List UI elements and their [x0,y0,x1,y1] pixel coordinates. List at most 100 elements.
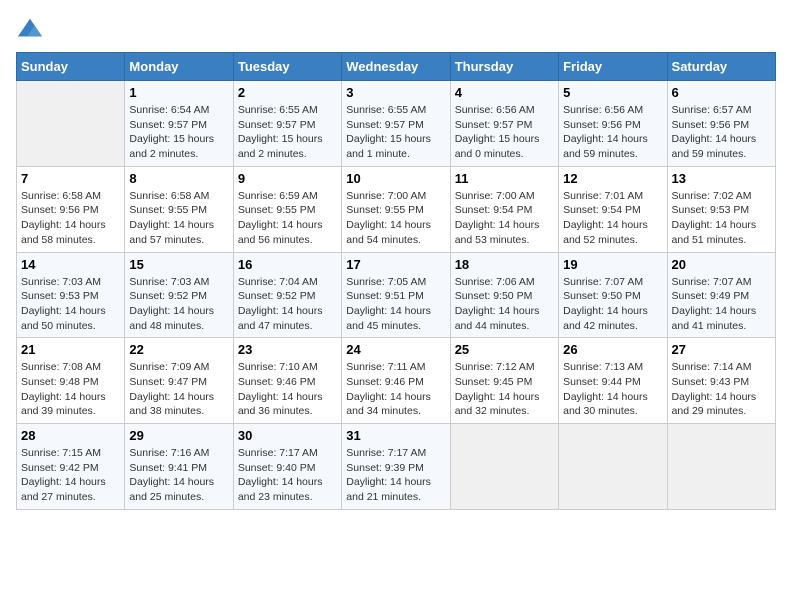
day-number: 13 [672,171,771,186]
day-cell: 13 Sunrise: 7:02 AM Sunset: 9:53 PM Dayli… [667,166,775,252]
page-header [16,16,776,44]
day-info: Sunrise: 6:56 AM Sunset: 9:57 PM Dayligh… [455,103,554,162]
day-info: Sunrise: 7:08 AM Sunset: 9:48 PM Dayligh… [21,360,120,419]
week-row-1: 1 Sunrise: 6:54 AM Sunset: 9:57 PM Daylig… [17,81,776,167]
day-number: 31 [346,428,445,443]
calendar-table: SundayMondayTuesdayWednesdayThursdayFrid… [16,52,776,510]
day-info: Sunrise: 7:01 AM Sunset: 9:54 PM Dayligh… [563,189,662,248]
day-number: 28 [21,428,120,443]
day-info: Sunrise: 7:04 AM Sunset: 9:52 PM Dayligh… [238,275,337,334]
day-info: Sunrise: 7:02 AM Sunset: 9:53 PM Dayligh… [672,189,771,248]
day-cell: 27 Sunrise: 7:14 AM Sunset: 9:43 PM Dayli… [667,338,775,424]
day-cell: 1 Sunrise: 6:54 AM Sunset: 9:57 PM Daylig… [125,81,233,167]
day-cell: 9 Sunrise: 6:59 AM Sunset: 9:55 PM Daylig… [233,166,341,252]
day-number: 6 [672,85,771,100]
column-header-monday: Monday [125,53,233,81]
day-cell [17,81,125,167]
day-info: Sunrise: 6:55 AM Sunset: 9:57 PM Dayligh… [238,103,337,162]
day-info: Sunrise: 6:54 AM Sunset: 9:57 PM Dayligh… [129,103,228,162]
day-info: Sunrise: 6:55 AM Sunset: 9:57 PM Dayligh… [346,103,445,162]
day-number: 10 [346,171,445,186]
day-number: 5 [563,85,662,100]
day-number: 15 [129,257,228,272]
day-info: Sunrise: 7:03 AM Sunset: 9:53 PM Dayligh… [21,275,120,334]
day-cell: 8 Sunrise: 6:58 AM Sunset: 9:55 PM Daylig… [125,166,233,252]
day-number: 11 [455,171,554,186]
day-info: Sunrise: 7:10 AM Sunset: 9:46 PM Dayligh… [238,360,337,419]
day-number: 17 [346,257,445,272]
week-row-4: 21 Sunrise: 7:08 AM Sunset: 9:48 PM Dayli… [17,338,776,424]
day-info: Sunrise: 7:07 AM Sunset: 9:49 PM Dayligh… [672,275,771,334]
day-cell [450,424,558,510]
day-cell: 6Sunrise: 6:57 AM Sunset: 9:56 PM Daylig… [667,81,775,167]
day-cell: 17 Sunrise: 7:05 AM Sunset: 9:51 PM Dayli… [342,252,450,338]
day-number: 30 [238,428,337,443]
day-number: 14 [21,257,120,272]
day-cell: 22 Sunrise: 7:09 AM Sunset: 9:47 PM Dayli… [125,338,233,424]
day-info: Sunrise: 7:17 AM Sunset: 9:40 PM Dayligh… [238,446,337,505]
day-cell: 26 Sunrise: 7:13 AM Sunset: 9:44 PM Dayli… [559,338,667,424]
day-number: 3 [346,85,445,100]
day-cell: 15 Sunrise: 7:03 AM Sunset: 9:52 PM Dayli… [125,252,233,338]
day-info: Sunrise: 6:56 AM Sunset: 9:56 PM Dayligh… [563,103,662,162]
day-cell: 12 Sunrise: 7:01 AM Sunset: 9:54 PM Dayli… [559,166,667,252]
day-cell: 29 Sunrise: 7:16 AM Sunset: 9:41 PM Dayli… [125,424,233,510]
day-number: 27 [672,342,771,357]
day-info: Sunrise: 7:12 AM Sunset: 9:45 PM Dayligh… [455,360,554,419]
day-cell: 30 Sunrise: 7:17 AM Sunset: 9:40 PM Dayli… [233,424,341,510]
day-number: 29 [129,428,228,443]
day-info: Sunrise: 7:07 AM Sunset: 9:50 PM Dayligh… [563,275,662,334]
day-cell: 28 Sunrise: 7:15 AM Sunset: 9:42 PM Dayli… [17,424,125,510]
column-header-friday: Friday [559,53,667,81]
day-number: 2 [238,85,337,100]
logo [16,16,48,44]
day-number: 8 [129,171,228,186]
day-cell: 10Sunrise: 7:00 AM Sunset: 9:55 PM Dayli… [342,166,450,252]
day-info: Sunrise: 7:14 AM Sunset: 9:43 PM Dayligh… [672,360,771,419]
day-info: Sunrise: 7:03 AM Sunset: 9:52 PM Dayligh… [129,275,228,334]
day-number: 26 [563,342,662,357]
day-cell: 18Sunrise: 7:06 AM Sunset: 9:50 PM Dayli… [450,252,558,338]
day-info: Sunrise: 7:06 AM Sunset: 9:50 PM Dayligh… [455,275,554,334]
day-info: Sunrise: 7:13 AM Sunset: 9:44 PM Dayligh… [563,360,662,419]
day-info: Sunrise: 7:05 AM Sunset: 9:51 PM Dayligh… [346,275,445,334]
column-header-saturday: Saturday [667,53,775,81]
column-header-sunday: Sunday [17,53,125,81]
day-number: 1 [129,85,228,100]
day-cell [667,424,775,510]
day-info: Sunrise: 7:11 AM Sunset: 9:46 PM Dayligh… [346,360,445,419]
day-number: 9 [238,171,337,186]
column-header-tuesday: Tuesday [233,53,341,81]
day-info: Sunrise: 7:15 AM Sunset: 9:42 PM Dayligh… [21,446,120,505]
logo-icon [16,16,44,44]
day-number: 25 [455,342,554,357]
day-cell: 11 Sunrise: 7:00 AM Sunset: 9:54 PM Dayli… [450,166,558,252]
day-number: 21 [21,342,120,357]
day-number: 7 [21,171,120,186]
day-number: 19 [563,257,662,272]
day-info: Sunrise: 6:59 AM Sunset: 9:55 PM Dayligh… [238,189,337,248]
day-cell [559,424,667,510]
week-row-3: 14 Sunrise: 7:03 AM Sunset: 9:53 PM Dayli… [17,252,776,338]
day-info: Sunrise: 7:17 AM Sunset: 9:39 PM Dayligh… [346,446,445,505]
day-number: 24 [346,342,445,357]
day-cell: 14 Sunrise: 7:03 AM Sunset: 9:53 PM Dayli… [17,252,125,338]
day-cell: 16 Sunrise: 7:04 AM Sunset: 9:52 PM Dayli… [233,252,341,338]
day-cell: 7Sunrise: 6:58 AM Sunset: 9:56 PM Daylig… [17,166,125,252]
day-cell: 25 Sunrise: 7:12 AM Sunset: 9:45 PM Dayli… [450,338,558,424]
day-number: 22 [129,342,228,357]
day-cell: 3 Sunrise: 6:55 AM Sunset: 9:57 PM Daylig… [342,81,450,167]
day-info: Sunrise: 7:16 AM Sunset: 9:41 PM Dayligh… [129,446,228,505]
day-cell: 23 Sunrise: 7:10 AM Sunset: 9:46 PM Dayli… [233,338,341,424]
day-cell: 4Sunrise: 6:56 AM Sunset: 9:57 PM Daylig… [450,81,558,167]
day-number: 16 [238,257,337,272]
day-number: 12 [563,171,662,186]
day-cell: 24 Sunrise: 7:11 AM Sunset: 9:46 PM Dayli… [342,338,450,424]
column-header-thursday: Thursday [450,53,558,81]
day-number: 23 [238,342,337,357]
day-info: Sunrise: 7:09 AM Sunset: 9:47 PM Dayligh… [129,360,228,419]
day-info: Sunrise: 6:58 AM Sunset: 9:55 PM Dayligh… [129,189,228,248]
day-info: Sunrise: 7:00 AM Sunset: 9:54 PM Dayligh… [455,189,554,248]
day-cell: 31 Sunrise: 7:17 AM Sunset: 9:39 PM Dayli… [342,424,450,510]
header-row: SundayMondayTuesdayWednesdayThursdayFrid… [17,53,776,81]
